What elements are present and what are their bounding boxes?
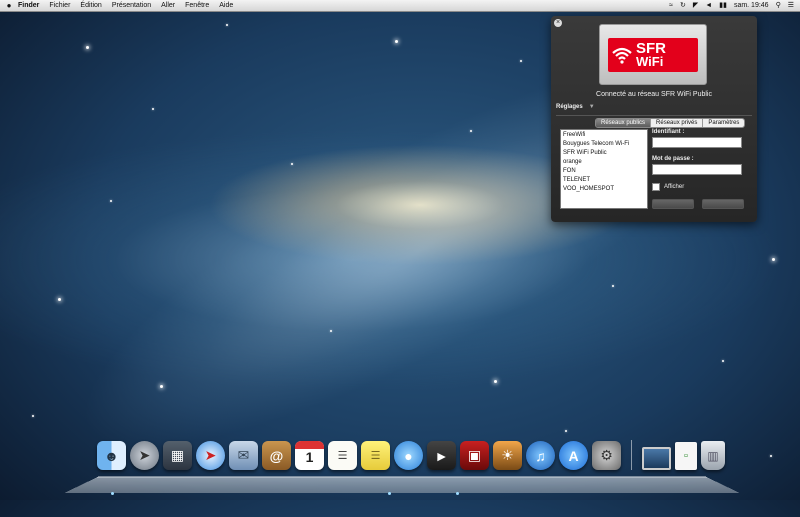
mission-control-icon[interactable]: ▦ bbox=[163, 441, 192, 470]
dock: ☻ ➤ ▦ ➤ ✉ @ 1 ☰ ☰ ● ► ▣ ☀ ♫ A ⚙ ▫ ▥ bbox=[97, 432, 725, 470]
reglages-label: Réglages bbox=[556, 104, 583, 110]
star bbox=[152, 108, 154, 110]
star bbox=[160, 385, 163, 388]
notification-center-icon[interactable]: ☰ bbox=[788, 0, 794, 11]
show-password-label: Afficher bbox=[664, 184, 685, 190]
menu-finder[interactable]: Finder bbox=[18, 0, 39, 11]
divider bbox=[556, 115, 752, 116]
star bbox=[291, 163, 293, 165]
running-indicator bbox=[456, 492, 459, 495]
photo-booth-icon[interactable]: ▣ bbox=[460, 441, 489, 470]
star bbox=[722, 360, 724, 362]
password-label: Mot de passe : bbox=[652, 156, 694, 162]
menu-edition[interactable]: Édition bbox=[80, 0, 101, 11]
star bbox=[494, 380, 497, 383]
menu-aide[interactable]: Aide bbox=[219, 0, 233, 11]
sfr-wifi-icon[interactable] bbox=[642, 447, 671, 470]
tab-bar: Réseaux publics Réseaux privés Paramètre… bbox=[595, 118, 746, 128]
status-area: ≈ ↻ ◤ ◄ ▮▮ sam. 19:46 ⚲ ☰ bbox=[669, 0, 800, 11]
finder-icon[interactable]: ☻ bbox=[97, 441, 126, 470]
dock-shelf bbox=[63, 476, 741, 494]
sfr-wifi-logo: SFR WiFi bbox=[599, 24, 707, 85]
system-preferences-icon[interactable]: ⚙ bbox=[592, 441, 621, 470]
star bbox=[32, 415, 34, 417]
volume-icon[interactable]: ◄ bbox=[705, 0, 712, 11]
running-indicator bbox=[111, 492, 114, 495]
contacts-icon[interactable]: @ bbox=[262, 441, 291, 470]
sfr-wifi-status-icon[interactable]: ≈ bbox=[669, 0, 673, 11]
star bbox=[86, 46, 89, 49]
itunes-icon[interactable]: ♫ bbox=[526, 441, 555, 470]
list-item[interactable]: Bouygues Telecom Wi-Fi bbox=[563, 140, 645, 149]
list-item[interactable]: TELENET bbox=[563, 176, 645, 185]
battery-icon[interactable]: ▮▮ bbox=[719, 0, 727, 11]
reminders-icon[interactable]: ☰ bbox=[328, 441, 357, 470]
identifiant-label: Identifiant : bbox=[652, 129, 685, 135]
password-field[interactable] bbox=[652, 164, 742, 175]
mail-icon[interactable]: ✉ bbox=[229, 441, 258, 470]
facetime-icon[interactable]: ► bbox=[427, 441, 456, 470]
logo-red-badge: SFR WiFi bbox=[608, 37, 698, 72]
disabled-button-right[interactable] bbox=[702, 199, 744, 209]
list-item[interactable]: VOO_HOMESPOT bbox=[563, 185, 645, 194]
wifi-wave-icon bbox=[608, 38, 636, 72]
list-item[interactable]: FON bbox=[563, 167, 645, 176]
star bbox=[330, 330, 332, 332]
messages-icon[interactable]: ● bbox=[394, 441, 423, 470]
show-password-checkbox[interactable] bbox=[652, 183, 660, 191]
star bbox=[772, 258, 775, 261]
star bbox=[520, 60, 522, 62]
spotlight-icon[interactable]: ⚲ bbox=[776, 0, 781, 11]
connection-status: Connecté au réseau SFR WiFi Public bbox=[596, 91, 712, 98]
calendar-icon[interactable]: 1 bbox=[295, 441, 324, 470]
tab-reseaux-publics[interactable]: Réseaux publics bbox=[596, 119, 651, 127]
star bbox=[470, 130, 472, 132]
iphoto-icon[interactable]: ☀ bbox=[493, 441, 522, 470]
notes-icon[interactable]: ☰ bbox=[361, 441, 390, 470]
time-machine-icon[interactable]: ↻ bbox=[680, 0, 686, 11]
document-icon[interactable]: ▫ bbox=[675, 442, 697, 470]
panel-buttons bbox=[652, 199, 744, 209]
calendar-header bbox=[295, 441, 324, 449]
wifi-icon[interactable]: ◤ bbox=[693, 0, 698, 11]
star bbox=[612, 285, 614, 287]
menu-aller[interactable]: Aller bbox=[161, 0, 175, 11]
disabled-button-left[interactable] bbox=[652, 199, 694, 209]
running-indicator bbox=[388, 492, 391, 495]
sfr-wifi-panel: × SFR WiFi Connecté au réseau SFR WiFi P… bbox=[551, 16, 757, 222]
tab-reseaux-prives[interactable]: Réseaux privés bbox=[650, 119, 703, 127]
apple-menu-icon[interactable]: ● bbox=[0, 0, 18, 11]
star bbox=[226, 24, 228, 26]
trash-icon[interactable]: ▥ bbox=[701, 441, 725, 470]
list-item[interactable]: FreeWifi bbox=[563, 131, 645, 140]
logo-text: SFR WiFi bbox=[636, 39, 666, 69]
launchpad-icon[interactable]: ➤ bbox=[130, 441, 159, 470]
star bbox=[395, 40, 398, 43]
star bbox=[110, 200, 112, 202]
public-networks-list[interactable]: FreeWifi Bouygues Telecom Wi-Fi SFR WiFi… bbox=[560, 129, 648, 209]
list-item[interactable]: SFR WiFi Public bbox=[563, 149, 645, 158]
menu-bar: ● Finder Fichier Édition Présentation Al… bbox=[0, 0, 800, 12]
logo-line1: SFR bbox=[636, 39, 666, 57]
app-store-icon[interactable]: A bbox=[559, 441, 588, 470]
identifiant-field[interactable] bbox=[652, 137, 742, 148]
list-item[interactable]: orange bbox=[563, 158, 645, 167]
show-password-row: Afficher bbox=[652, 183, 746, 191]
close-icon[interactable]: × bbox=[554, 19, 562, 27]
star bbox=[58, 298, 61, 301]
safari-icon[interactable]: ➤ bbox=[196, 441, 225, 470]
clock[interactable]: sam. 19:46 bbox=[734, 0, 769, 11]
tab-parametres[interactable]: Paramètres bbox=[702, 119, 745, 127]
menu-fenetre[interactable]: Fenêtre bbox=[185, 0, 209, 11]
logo-line2: WiFi bbox=[636, 53, 664, 69]
login-form: Identifiant : Mot de passe : Afficher bbox=[652, 129, 746, 191]
menu-presentation[interactable]: Présentation bbox=[112, 0, 151, 11]
chevron-down-icon: ▼ bbox=[588, 104, 595, 110]
calendar-day: 1 bbox=[305, 449, 314, 465]
star bbox=[770, 455, 772, 457]
menu-fichier[interactable]: Fichier bbox=[49, 0, 70, 11]
dock-separator bbox=[631, 440, 632, 470]
reglages-dropdown[interactable]: Réglages ▼ bbox=[556, 104, 595, 110]
